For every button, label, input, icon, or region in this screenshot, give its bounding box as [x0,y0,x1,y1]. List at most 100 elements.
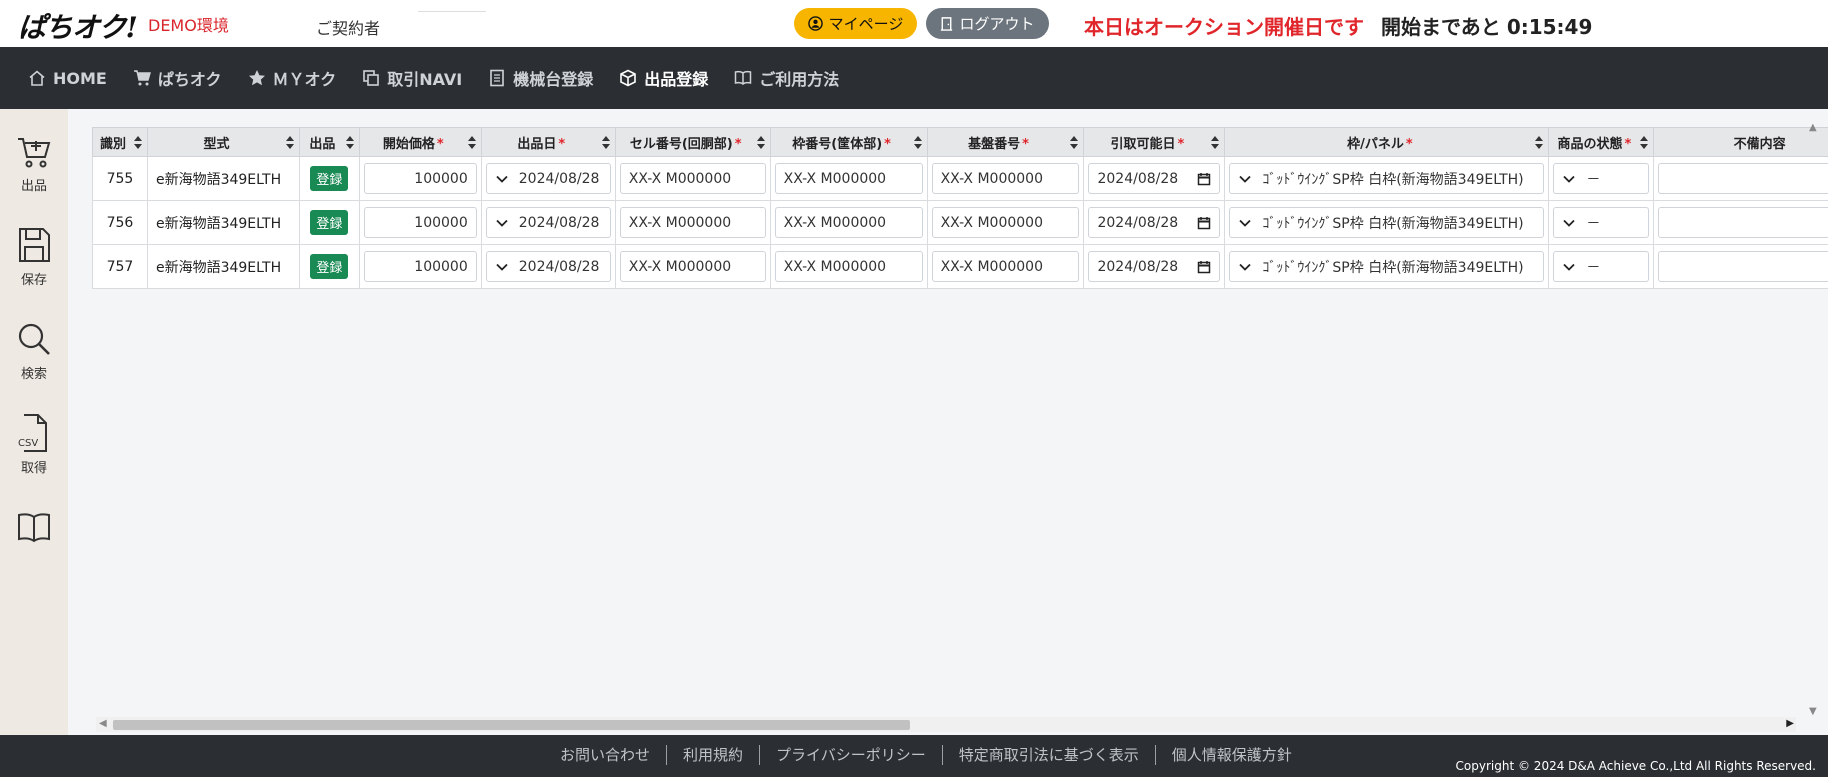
calendar-icon[interactable] [1197,172,1211,186]
sidebar-item-listing[interactable]: 出品 [0,131,68,194]
panel-select[interactable]: ｺﾞｯﾄﾞｳｲﾝｸﾞSP枠 白枠(新海物語349ELTH) [1229,251,1545,282]
column-header[interactable]: 出品 [298,127,360,157]
pickup-date-value: 2024/08/28 [1097,170,1179,187]
cell-number-input[interactable]: XX-X M000000 [619,163,766,194]
listing-date-value: 2024/08/28 [518,258,600,275]
frame-number-input[interactable]: XX-X M000000 [774,251,923,282]
logout-button[interactable]: ログアウト [926,8,1049,39]
calendar-icon[interactable] [1197,260,1211,274]
register-button[interactable]: 登録 [310,166,349,191]
model-cell: e新海物語349ELTH [146,244,300,289]
footer-link-terms[interactable]: 利用規約 [666,745,759,765]
cell-number-input[interactable]: XX-X M000000 [619,207,766,238]
nav-item-torihiki-navi[interactable]: 取引NAVI [362,66,462,90]
column-header[interactable]: 出品日 * [480,127,616,157]
column-header[interactable]: 基盤番号 * [926,127,1085,157]
frame-number-input[interactable]: XX-X M000000 [774,163,923,194]
nav-item-pachioku[interactable]: ぱちオク [133,66,222,90]
listing-date-cell: 2024/08/28 [480,200,616,245]
sort-icon[interactable] [1070,136,1079,149]
panel-cell: ｺﾞｯﾄﾞｳｲﾝｸﾞSP枠 白枠(新海物語349ELTH) [1224,156,1550,201]
register-button[interactable]: 登録 [310,210,349,235]
nav-item-home[interactable]: HOME [28,69,107,88]
user-circle-icon [807,16,823,31]
panel-select[interactable]: ｺﾞｯﾄﾞｳｲﾝｸﾞSP枠 白枠(新海物語349ELTH) [1229,163,1545,194]
column-header[interactable]: 型式 [146,127,300,157]
listing-date-select[interactable]: 2024/08/28 [485,163,611,194]
mypage-button[interactable]: マイページ [794,8,917,39]
defect-cell [1653,200,1828,245]
start-price-input[interactable]: 100000 [363,251,477,282]
start-price-input[interactable]: 100000 [363,207,477,238]
column-header-label: 商品の状態 [1557,136,1623,152]
calendar-icon[interactable] [1197,216,1211,230]
condition-select[interactable]: － [1553,163,1650,194]
footer-link-personal-info[interactable]: 個人情報保護方針 [1154,745,1308,765]
sidebar-item-csv-get[interactable]: CSV 取得 [0,413,68,476]
sidebar-item-manual[interactable] [0,507,68,547]
board-number-input[interactable]: XX-X M000000 [931,163,1080,194]
column-header[interactable]: セル番号(回胴部) * [614,127,771,157]
column-header[interactable]: 商品の状態 * [1548,127,1655,157]
chevron-down-icon [496,263,508,271]
column-header[interactable]: 枠番号(筐体部) * [769,127,928,157]
scroll-down-arrow-icon[interactable]: ▼ [1809,706,1817,717]
column-header[interactable]: 枠/パネル * [1224,127,1550,157]
listing-date-select[interactable]: 2024/08/28 [485,251,611,282]
scroll-right-arrow-icon[interactable]: ▶ [1786,718,1794,729]
sort-icon[interactable] [756,136,765,149]
sort-icon[interactable] [467,136,476,149]
column-header[interactable]: 不備内容 [1653,127,1828,157]
horizontal-scroll-thumb[interactable] [113,720,910,730]
column-header[interactable]: 識別 [92,127,148,157]
scroll-up-arrow-icon[interactable]: ▲ [1809,122,1817,133]
board-number-input[interactable]: XX-X M000000 [931,207,1080,238]
column-header-label: 識別 [99,136,126,152]
required-mark: * [1022,136,1029,152]
column-header[interactable]: 引取可能日 * [1083,127,1226,157]
pickup-date-input[interactable]: 2024/08/28 [1088,207,1221,238]
column-header[interactable]: 開始価格 * [358,127,482,157]
id-cell: 755 [92,156,148,201]
sort-icon[interactable] [1535,136,1544,149]
nav-item-how-to-use[interactable]: ご利用方法 [734,66,839,90]
sort-icon[interactable] [913,136,922,149]
pickup-date-input[interactable]: 2024/08/28 [1088,251,1221,282]
pickup-date-cell: 2024/08/28 [1083,156,1226,201]
register-button[interactable]: 登録 [310,254,349,279]
footer-link-commerce-law[interactable]: 特定商取引法に基づく表示 [941,745,1155,765]
logout-label: ログアウト [959,15,1035,33]
sort-icon[interactable] [133,136,142,149]
cell-number-input[interactable]: XX-X M000000 [619,251,766,282]
column-header-label: 開始価格 [382,136,435,152]
horizontal-scrollbar[interactable]: ◀ ▶ [96,717,1796,732]
board-number-input[interactable]: XX-X M000000 [931,251,1080,282]
panel-select[interactable]: ｺﾞｯﾄﾞｳｲﾝｸﾞSP枠 白枠(新海物語349ELTH) [1229,207,1545,238]
nav-item-myoku[interactable]: ＭＹオク [248,66,336,90]
vertical-scrollbar[interactable]: ▲ ▼ [1807,120,1821,717]
defect-input[interactable] [1658,207,1828,238]
defect-input[interactable] [1658,163,1828,194]
defect-input[interactable] [1658,251,1828,282]
frame-number-input[interactable]: XX-X M000000 [774,207,923,238]
id-cell: 757 [92,244,148,289]
sort-icon[interactable] [1640,136,1649,149]
site-logo[interactable]: ぱちオク! [18,6,138,46]
sort-icon[interactable] [601,136,610,149]
condition-select[interactable]: － [1553,251,1650,282]
footer-link-contact[interactable]: お問い合わせ [544,745,666,765]
start-price-input[interactable]: 100000 [363,163,477,194]
star-icon [248,70,265,86]
pickup-date-input[interactable]: 2024/08/28 [1088,163,1221,194]
nav-item-listing-register[interactable]: 出品登録 [619,66,708,90]
sort-icon[interactable] [1211,136,1220,149]
sort-icon[interactable] [285,136,294,149]
footer-link-privacy[interactable]: プライバシーポリシー [759,745,942,765]
sort-icon[interactable] [345,136,354,149]
nav-item-machine-register[interactable]: 機械台登録 [488,66,593,90]
condition-select[interactable]: － [1553,207,1650,238]
listing-date-select[interactable]: 2024/08/28 [485,207,611,238]
sidebar-item-search[interactable]: 検索 [0,319,68,382]
scroll-left-arrow-icon[interactable]: ◀ [99,718,107,729]
sidebar-item-save[interactable]: 保存 [0,225,68,288]
